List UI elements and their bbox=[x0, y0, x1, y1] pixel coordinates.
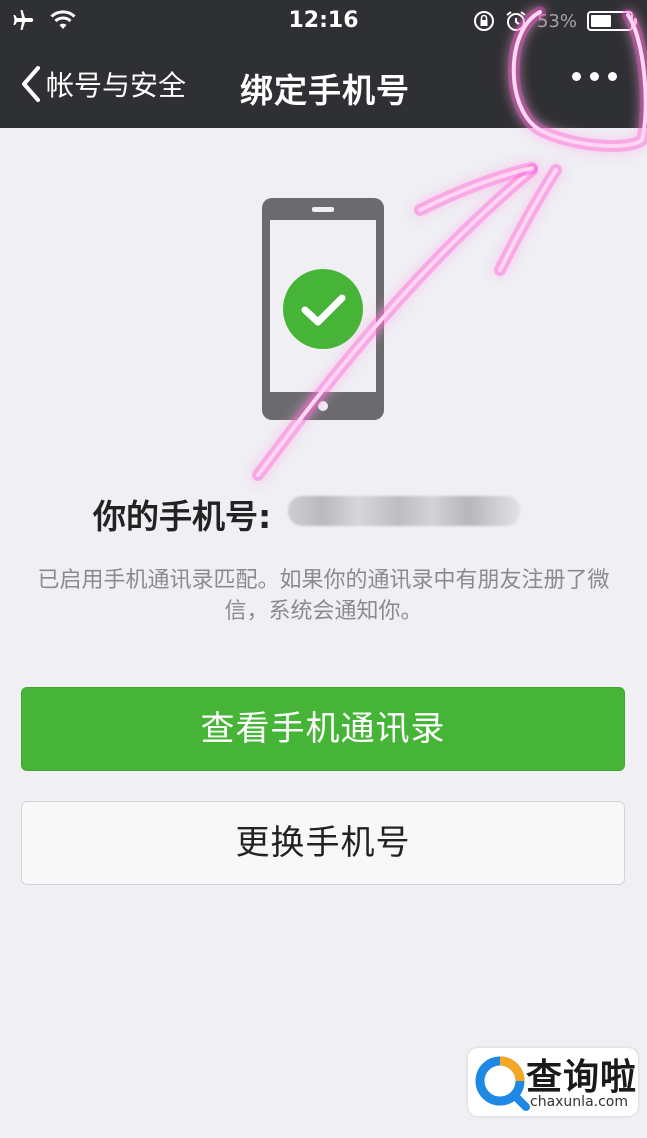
check-circle-icon bbox=[283, 269, 363, 349]
more-dot-icon bbox=[572, 72, 581, 81]
battery-percent: 53% bbox=[536, 10, 577, 32]
watermark-url: chaxunla.com bbox=[530, 1094, 628, 1110]
more-dot-icon bbox=[590, 72, 599, 81]
status-bar: 12:16 53% bbox=[0, 0, 647, 44]
status-right: 53% bbox=[473, 10, 637, 32]
change-phone-button[interactable]: 更换手机号 bbox=[21, 801, 625, 885]
navigation-bar: 帐号与安全 绑定手机号 bbox=[0, 50, 647, 120]
watermark-logo: 查询啦 chaxunla.com bbox=[468, 1048, 638, 1116]
battery-fill bbox=[591, 15, 612, 27]
alarm-icon bbox=[506, 11, 526, 31]
rotation-lock-icon bbox=[473, 11, 494, 31]
more-dot-icon bbox=[608, 72, 617, 81]
top-bar: 12:16 53% 帐号与安全 绑定手机号 bbox=[0, 0, 647, 128]
more-options-button[interactable] bbox=[572, 72, 617, 81]
magnifier-logo-icon bbox=[475, 1056, 530, 1111]
phone-verified-illustration bbox=[262, 198, 384, 420]
page-title: 绑定手机号 bbox=[240, 71, 410, 110]
phone-number-label: 你的手机号: bbox=[93, 497, 272, 536]
chevron-left-icon bbox=[22, 66, 40, 102]
watermark-title: 查询啦 bbox=[526, 1057, 638, 1098]
masked-phone-number bbox=[288, 496, 520, 526]
contact-match-description: 已启用手机通讯录匹配。如果你的通讯录中有朋友注册了微信，系统会通知你。 bbox=[37, 568, 610, 624]
battery-icon bbox=[587, 11, 637, 31]
back-button[interactable]: 帐号与安全 bbox=[20, 64, 186, 104]
back-label: 帐号与安全 bbox=[46, 69, 187, 102]
view-contacts-button[interactable]: 查看手机通讯录 bbox=[21, 687, 625, 771]
